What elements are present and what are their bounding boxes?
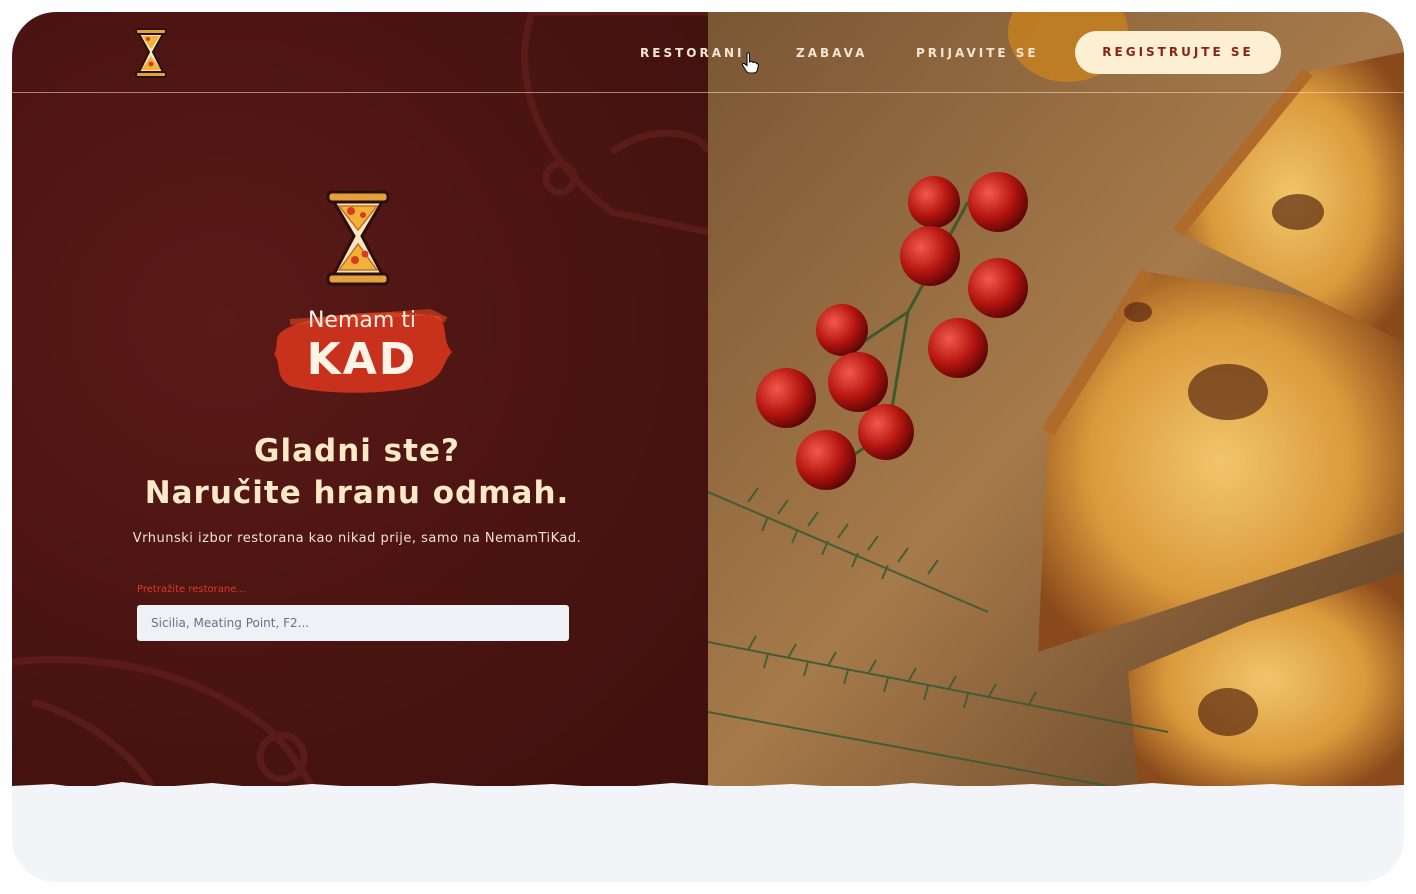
restaurant-search-input[interactable] xyxy=(137,605,569,641)
headline-line-1: Gladni ste? xyxy=(254,433,460,469)
brand-name-big: KAD xyxy=(306,334,418,385)
page-body-blank xyxy=(12,796,1404,882)
nav-divider xyxy=(12,92,1404,93)
torn-paper-edge xyxy=(12,782,1404,796)
page-frame: RESTORANI ZABAVA PRIJAVITE SE REGISTRUJT… xyxy=(12,12,1404,882)
hero-food-photo xyxy=(708,12,1404,786)
headline-line-2: Naručite hranu odmah. xyxy=(144,475,570,511)
brand-name-small: Nemam ti xyxy=(307,308,417,333)
pizza-hourglass-logo xyxy=(326,190,390,286)
hero-subline: Vrhunski izbor restorana kao nikad prije… xyxy=(132,531,582,546)
nav-zabava[interactable]: ZABAVA xyxy=(796,46,867,60)
nav-prijavite-se[interactable]: PRIJAVITE SE xyxy=(916,46,1039,60)
pizza-hourglass-icon[interactable] xyxy=(134,28,168,78)
pizza-photo-illustration xyxy=(708,12,1404,786)
register-button[interactable]: REGISTRUJTE SE xyxy=(1075,31,1281,74)
nav-restorani[interactable]: RESTORANI xyxy=(640,46,745,60)
hero-section: RESTORANI ZABAVA PRIJAVITE SE REGISTRUJT… xyxy=(12,12,1404,796)
hand-pointer-icon xyxy=(741,52,759,74)
search-label: Pretražite restorane... xyxy=(137,584,246,595)
hero-headline: Gladni ste? Naručite hranu odmah. xyxy=(102,430,612,514)
